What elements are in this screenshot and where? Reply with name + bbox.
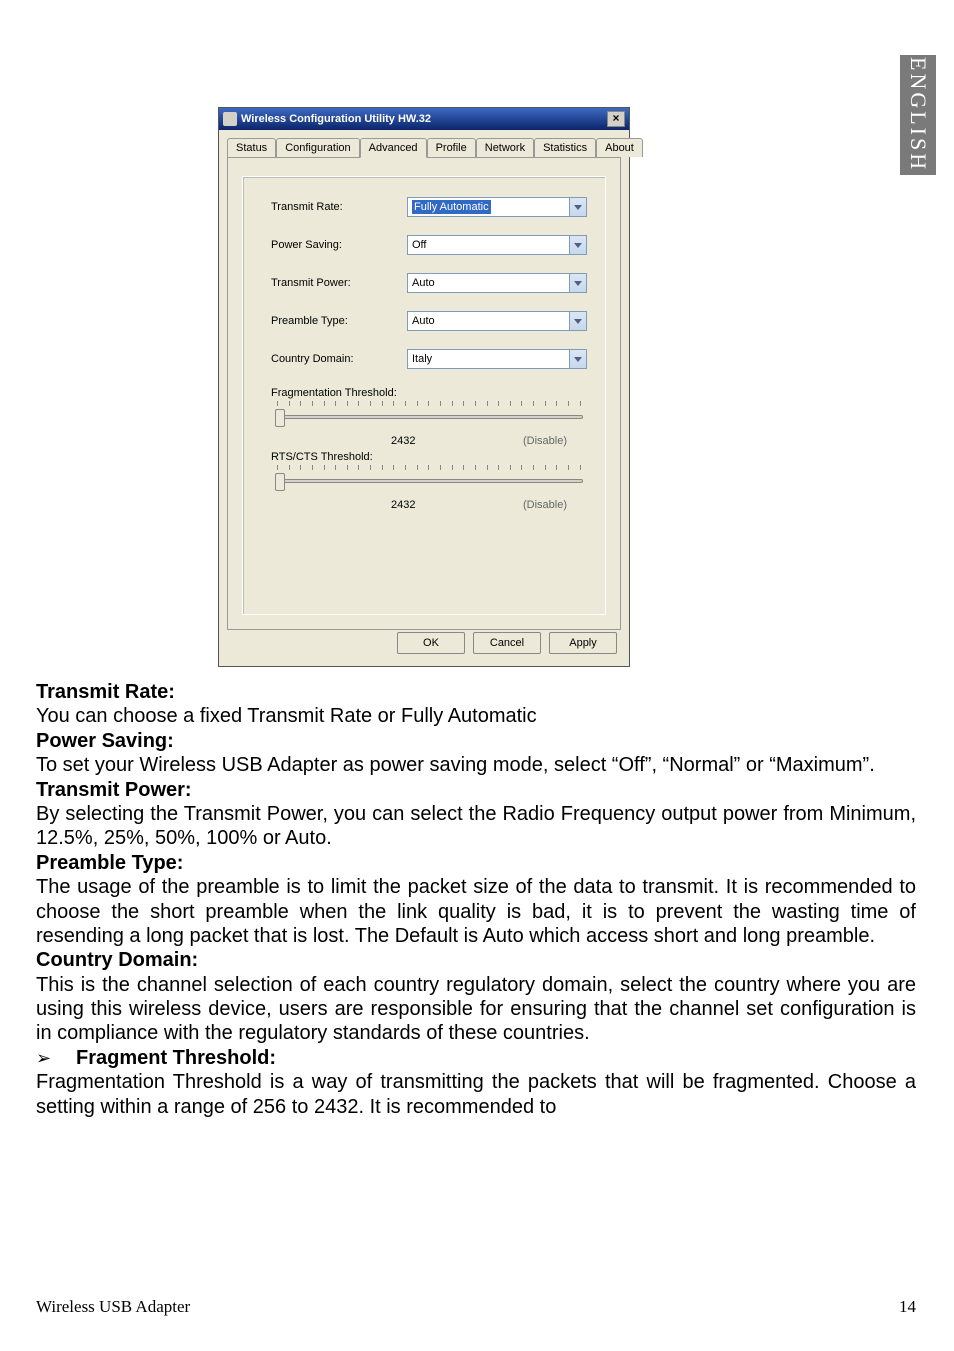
transmit-power-value: Auto (412, 277, 435, 289)
transmit-rate-value: Fully Automatic (412, 200, 491, 214)
transmit-power-select[interactable]: Auto (407, 273, 587, 293)
bullet-icon: ➢ (36, 1048, 76, 1070)
apply-button[interactable]: Apply (549, 632, 617, 654)
fragmentation-status: (Disable) (523, 435, 567, 447)
advanced-group: Transmit Rate: Fully Automatic Power Sav… (242, 176, 606, 615)
slider-ticks (275, 465, 583, 473)
row-preamble-type: Preamble Type: Auto (271, 311, 587, 331)
label-preamble-type: Preamble Type: (271, 315, 407, 327)
transmit-rate-select[interactable]: Fully Automatic (407, 197, 587, 217)
label-rts: RTS/CTS Threshold: (271, 451, 587, 463)
rts-block: RTS/CTS Threshold: 2432 (Disable) (271, 451, 587, 521)
tab-about[interactable]: About (596, 138, 643, 157)
slider-thumb[interactable] (275, 473, 285, 491)
tab-statistics[interactable]: Statistics (534, 138, 596, 157)
rts-slider[interactable] (275, 465, 583, 495)
label-transmit-rate: Transmit Rate: (271, 201, 407, 213)
titlebar: Wireless Configuration Utility HW.32 × (219, 108, 629, 130)
heading-preamble-type: Preamble Type: (36, 852, 183, 874)
tab-profile[interactable]: Profile (427, 138, 476, 157)
tab-network[interactable]: Network (476, 138, 534, 157)
row-power-saving: Power Saving: Off (271, 235, 587, 255)
close-button[interactable]: × (607, 111, 625, 127)
rts-status: (Disable) (523, 499, 567, 511)
fragmentation-block: Fragmentation Threshold: 2432 (Disable) (271, 387, 587, 457)
text-country-domain: This is the channel selection of each co… (36, 973, 916, 1046)
tab-advanced[interactable]: Advanced (360, 138, 427, 158)
row-country-domain: Country Domain: Italy (271, 349, 587, 369)
text-transmit-power: By selecting the Transmit Power, you can… (36, 802, 916, 851)
wireless-config-dialog: Wireless Configuration Utility HW.32 × S… (218, 107, 630, 667)
page-number: 14 (899, 1297, 916, 1317)
cancel-button[interactable]: Cancel (473, 632, 541, 654)
page-footer: Wireless USB Adapter 14 (36, 1297, 916, 1317)
country-domain-select[interactable]: Italy (407, 349, 587, 369)
row-transmit-rate: Transmit Rate: Fully Automatic (271, 197, 587, 217)
label-transmit-power: Transmit Power: (271, 277, 407, 289)
chevron-down-icon (569, 236, 586, 254)
preamble-type-value: Auto (412, 315, 435, 327)
row-transmit-power: Transmit Power: Auto (271, 273, 587, 293)
text-fragment-threshold: Fragmentation Threshold is a way of tran… (36, 1070, 916, 1119)
ok-button[interactable]: OK (397, 632, 465, 654)
slider-ticks (275, 401, 583, 409)
tab-strip: Status Configuration Advanced Profile Ne… (227, 138, 621, 158)
slider-rail (275, 415, 583, 419)
text-power-saving: To set your Wireless USB Adapter as powe… (36, 753, 916, 777)
chevron-down-icon (569, 274, 586, 292)
chevron-down-icon (569, 198, 586, 216)
heading-fragment-threshold: Fragment Threshold: (76, 1046, 276, 1070)
document-body: Transmit Rate: You can choose a fixed Tr… (36, 680, 916, 1119)
label-power-saving: Power Saving: (271, 239, 407, 251)
slider-rail (275, 479, 583, 483)
heading-transmit-rate: Transmit Rate: (36, 681, 175, 703)
tab-body: Transmit Rate: Fully Automatic Power Sav… (227, 158, 621, 630)
heading-power-saving: Power Saving: (36, 730, 174, 752)
heading-transmit-power: Transmit Power: (36, 779, 192, 801)
label-fragmentation: Fragmentation Threshold: (271, 387, 587, 399)
power-saving-value: Off (412, 239, 426, 251)
fragmentation-value: 2432 (391, 435, 415, 447)
rts-value: 2432 (391, 499, 415, 511)
text-transmit-rate: You can choose a fixed Transmit Rate or … (36, 704, 916, 728)
dialog-buttons: OK Cancel Apply (397, 632, 617, 654)
country-domain-value: Italy (412, 353, 432, 365)
chevron-down-icon (569, 312, 586, 330)
preamble-type-select[interactable]: Auto (407, 311, 587, 331)
text-preamble-type: The usage of the preamble is to limit th… (36, 875, 916, 948)
slider-thumb[interactable] (275, 409, 285, 427)
tab-configuration[interactable]: Configuration (276, 138, 359, 157)
footer-title: Wireless USB Adapter (36, 1297, 190, 1317)
fragmentation-slider[interactable] (275, 401, 583, 431)
language-tab: ENGLISH (900, 55, 936, 175)
power-saving-select[interactable]: Off (407, 235, 587, 255)
app-icon (223, 112, 237, 126)
chevron-down-icon (569, 350, 586, 368)
heading-country-domain: Country Domain: (36, 949, 198, 971)
rts-readout: 2432 (Disable) (271, 495, 587, 521)
label-country-domain: Country Domain: (271, 353, 407, 365)
tab-status[interactable]: Status (227, 138, 276, 157)
bullet-fragment-threshold: ➢ Fragment Threshold: (36, 1046, 916, 1070)
window-title: Wireless Configuration Utility HW.32 (241, 113, 607, 125)
